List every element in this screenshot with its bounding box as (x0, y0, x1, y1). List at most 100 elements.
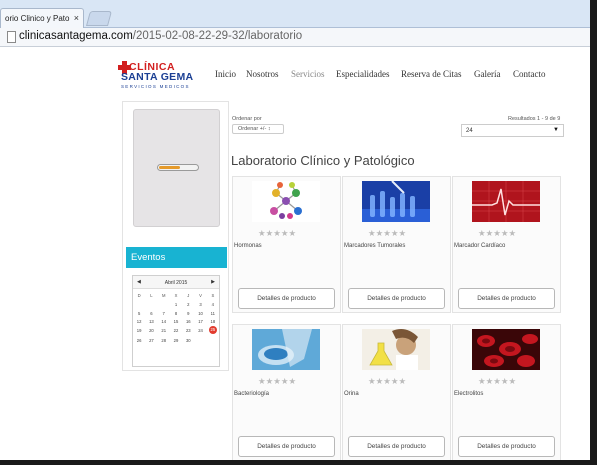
petri-dish-image[interactable] (252, 329, 320, 370)
sidebar: Eventos ◀ Abril 2015 ▶ DLMXJVS1234567891… (122, 101, 229, 371)
calendar-day[interactable]: 19 (133, 328, 145, 334)
nav-especialidades[interactable]: Especialidades (336, 69, 389, 79)
nav-inicio[interactable]: Inicio (215, 69, 236, 79)
events-calendar: ◀ Abril 2015 ▶ D L M X J V S 1 2 3 4 5 6 7 8 9 10 11 12 13 1… (132, 275, 220, 367)
calendar-day (207, 338, 219, 343)
nav-reserva-de-citas[interactable]: Reserva de Citas (401, 69, 461, 79)
calendar-day[interactable]: 15 (170, 319, 182, 324)
calendar-day[interactable]: 14 (158, 319, 170, 324)
window-frame-right (590, 0, 597, 465)
slideshow-placeholder (133, 109, 220, 227)
calendar-day[interactable]: 4 (207, 302, 219, 307)
order-by-select[interactable]: Ordenar +/- ↕ (232, 124, 284, 134)
calendar-day (158, 302, 170, 307)
calendar-day[interactable]: 18 (207, 319, 219, 324)
url-path: /2015-02-08-22-29-32/laboratorio (132, 30, 303, 42)
product-name[interactable]: Bacteriología (234, 391, 269, 397)
calendar-weekday: X (174, 293, 178, 298)
calendar-day[interactable]: 8 (170, 311, 182, 316)
calendar-day[interactable]: 1 (170, 302, 182, 307)
rating-stars[interactable]: ★★★★★ (258, 228, 296, 239)
calendar-day[interactable]: 10 (194, 311, 206, 316)
calendar-weekday: S (211, 293, 215, 298)
calendar-day[interactable]: 16 (182, 319, 194, 324)
calendar-day[interactable]: 17 (194, 319, 206, 324)
calendar-weekday: L (150, 293, 153, 298)
product-card: ★★★★★ Electrolitos Detalles de producto (452, 324, 561, 461)
close-tab-icon[interactable]: × (74, 13, 79, 23)
calendar-day[interactable]: 7 (158, 311, 170, 316)
calendar-prev-icon[interactable]: ◀ (137, 279, 141, 285)
calendar-day (194, 338, 206, 343)
product-details-button[interactable]: Detalles de producto (458, 436, 555, 457)
product-name[interactable]: Marcador Cardíaco (454, 243, 505, 249)
nav-servicios[interactable]: Servicios (291, 69, 325, 79)
calendar-day[interactable]: 25 (208, 326, 217, 335)
tab-title: orio Clinico y Pato (5, 14, 70, 23)
calendar-day[interactable]: 30 (182, 338, 194, 343)
product-details-button[interactable]: Detalles de producto (348, 288, 445, 309)
calendar-day[interactable]: 29 (170, 338, 182, 343)
blood-cells-image[interactable] (472, 329, 540, 370)
calendar-day[interactable]: 23 (182, 328, 194, 334)
product-card: ★★★★★ Orina Detalles de producto (342, 324, 451, 461)
url-host: clinicasantagema.com (19, 30, 133, 42)
address-bar[interactable]: clinicasantagema.com/2015-02-08-22-29-32… (0, 28, 590, 47)
product-name[interactable]: Marcadores Tumorales (344, 243, 405, 249)
hormones-molecule-image[interactable] (252, 181, 320, 222)
per-page-select[interactable]: 24 ▼ (461, 124, 564, 137)
url-text[interactable]: clinicasantagema.com/2015-02-08-22-29-32… (19, 30, 302, 42)
calendar-next-icon[interactable]: ▶ (211, 279, 215, 285)
product-card: ★★★★★ Marcadores Tumorales Detalles de p… (342, 176, 451, 313)
rating-stars[interactable]: ★★★★★ (478, 228, 516, 239)
product-details-button[interactable]: Detalles de producto (458, 288, 555, 309)
product-card: ★★★★★ Bacteriología Detalles de producto (232, 324, 341, 461)
rating-stars[interactable]: ★★★★★ (478, 376, 516, 387)
test-tubes-image[interactable] (362, 181, 430, 222)
product-name[interactable]: Electrolitos (454, 391, 483, 397)
page-icon (7, 31, 16, 43)
nav-nosotros[interactable]: Nosotros (246, 69, 279, 79)
calendar-day[interactable]: 27 (145, 338, 157, 343)
product-name[interactable]: Hormonas (234, 243, 262, 249)
logo-line-2: SANTA GEMA (121, 71, 194, 83)
nav-contacto[interactable]: Contacto (513, 69, 546, 79)
calendar-grid: D L M X J V S 1 2 3 4 5 6 7 8 9 10 11 12 13 14 15 16 17 18 19 20 21… (133, 289, 219, 343)
order-by-value: Ordenar +/- (238, 126, 267, 132)
loading-bar (157, 164, 199, 171)
calendar-day[interactable]: 28 (158, 338, 170, 343)
calendar-weekday: J (187, 293, 190, 298)
calendar-day[interactable]: 12 (133, 319, 145, 324)
product-name[interactable]: Orina (344, 391, 359, 397)
calendar-day[interactable]: 21 (158, 328, 170, 334)
rating-stars[interactable]: ★★★★★ (368, 376, 406, 387)
calendar-day[interactable]: 13 (145, 319, 157, 324)
calendar-day[interactable]: 24 (194, 328, 206, 334)
calendar-day[interactable]: 11 (207, 311, 219, 316)
rating-stars[interactable]: ★★★★★ (258, 376, 296, 387)
events-header: Eventos (126, 247, 227, 268)
site-logo[interactable]: CLÍNICA SANTA GEMA SERVICIOS MEDICOS (118, 61, 198, 93)
page-title: Laboratorio Clínico y Patológico (231, 153, 415, 168)
product-details-button[interactable]: Detalles de producto (238, 288, 335, 309)
calendar-day[interactable]: 3 (194, 302, 206, 307)
calendar-day[interactable]: 6 (145, 311, 157, 316)
calendar-day[interactable]: 2 (182, 302, 194, 307)
new-tab-button[interactable] (85, 11, 113, 26)
heartbeat-image[interactable] (472, 181, 540, 222)
browser-tab[interactable]: orio Clinico y Pato × (0, 8, 84, 28)
nav-galeria[interactable]: Galería (474, 69, 500, 79)
product-details-button[interactable]: Detalles de producto (348, 436, 445, 457)
calendar-day (133, 302, 145, 307)
calendar-day[interactable]: 26 (133, 338, 145, 343)
scientist-flask-image[interactable] (362, 329, 430, 370)
rating-stars[interactable]: ★★★★★ (368, 228, 406, 239)
calendar-day[interactable]: 22 (170, 328, 182, 334)
calendar-weekday: V (199, 293, 202, 298)
product-details-button[interactable]: Detalles de producto (238, 436, 335, 457)
calendar-day[interactable]: 5 (133, 311, 145, 316)
browser-tab-strip: orio Clinico y Pato × (0, 0, 597, 28)
dropdown-arrow-icon: ▼ (553, 127, 559, 133)
calendar-day[interactable]: 9 (182, 311, 194, 316)
calendar-day[interactable]: 20 (145, 328, 157, 334)
